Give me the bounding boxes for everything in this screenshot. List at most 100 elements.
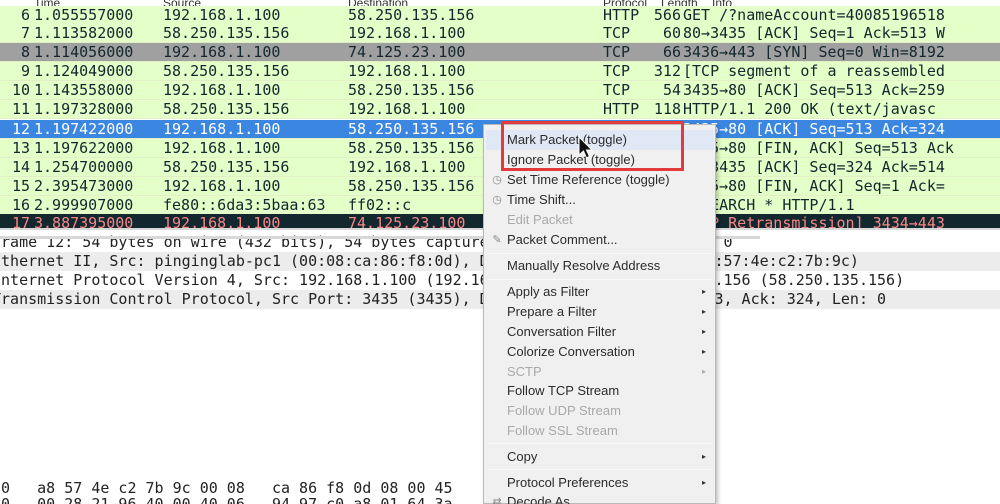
packet-no: 8: [20, 43, 30, 61]
menu-item-decode-as[interactable]: ⇄ Decode As...: [486, 492, 714, 504]
packet-destination: ff02::c: [348, 196, 412, 214]
menu-item-label: Apply as Filter: [507, 284, 590, 299]
menu-item-label: Prepare a Filter: [507, 304, 597, 319]
menu-item-copy[interactable]: Copy ▸: [486, 447, 714, 467]
menu-separator: [488, 253, 712, 254]
menu-item-label: SCTP: [507, 364, 542, 379]
menu-item-prepare-a-filter[interactable]: Prepare a Filter ▸: [486, 302, 714, 322]
clock-icon: ◷: [492, 174, 502, 186]
packet-info: 3435→80 [FIN, ACK] Seq=513 Ack: [683, 139, 954, 157]
menu-item-label: Follow UDP Stream: [507, 403, 621, 418]
submenu-arrow-icon: ▸: [701, 452, 706, 461]
packet-source: 58.250.135.156: [163, 100, 290, 118]
packet-info: 80→3435 [ACK] Seq=324 Ack=514: [683, 158, 945, 176]
menu-item-label: Protocol Preferences: [507, 475, 629, 490]
hex-row: 10 00 28 21 96 40 00 40 06 94 97 c0 a8 0…: [0, 495, 453, 504]
menu-item-label: Set Time Reference (toggle): [507, 172, 670, 187]
packet-destination: 58.250.135.156: [348, 81, 475, 99]
packet-length: 312: [653, 62, 681, 80]
menu-item-follow-udp-stream[interactable]: Follow UDP Stream: [486, 401, 714, 421]
packet-row[interactable]: 10 1.143558000 192.168.1.100 58.250.135.…: [0, 81, 1000, 100]
submenu-arrow-icon: ▸: [701, 287, 706, 296]
clock-icon: ◷: [492, 194, 502, 206]
packet-row[interactable]: 8 1.114056000 192.168.1.100 74.125.23.10…: [0, 43, 1000, 62]
packet-no: 12: [11, 120, 30, 138]
packet-source: 58.250.135.156: [163, 62, 290, 80]
packet-info: [TCP Retransmission] 3434→443: [683, 214, 945, 228]
packet-destination: 74.125.23.100: [348, 43, 466, 61]
submenu-arrow-icon: ▸: [701, 367, 706, 376]
packet-length: 54: [662, 81, 681, 99]
packet-info: 3435→80 [ACK] Seq=513 Ack=259: [683, 81, 945, 99]
packet-destination: 192.168.1.100: [348, 62, 466, 80]
context-menu: Mark Packet (toggle) Ignore Packet (togg…: [483, 124, 716, 504]
menu-item-manually-resolve-address[interactable]: Manually Resolve Address: [486, 256, 714, 276]
menu-item-label: Time Shift...: [507, 192, 576, 207]
packet-no: 13: [11, 139, 30, 157]
menu-item-sctp[interactable]: SCTP ▸: [486, 362, 714, 382]
packet-no: 10: [11, 81, 30, 99]
menu-item-label: Copy: [507, 449, 538, 464]
packet-destination: 192.168.1.100: [348, 100, 466, 118]
packet-length: 60: [662, 24, 681, 42]
packet-info: 3425→80 [FIN, ACK] Seq=1 Ack=: [683, 177, 945, 195]
menu-item-apply-as-filter[interactable]: Apply as Filter ▸: [486, 282, 714, 302]
packet-time: 1.114056000: [34, 43, 134, 61]
packet-source: 192.168.1.100: [163, 214, 281, 228]
packet-time: 2.395473000: [34, 177, 134, 195]
menu-item-set-time-reference[interactable]: ◷ Set Time Reference (toggle): [486, 170, 714, 190]
menu-item-label: Follow SSL Stream: [507, 423, 618, 438]
submenu-arrow-icon: ▸: [701, 347, 706, 356]
menu-item-time-shift[interactable]: ◷ Time Shift...: [486, 190, 714, 210]
packet-row[interactable]: 7 1.113582000 58.250.135.156 192.168.1.1…: [0, 24, 1000, 43]
menu-item-label: Conversation Filter: [507, 324, 617, 339]
menu-item-label: Packet Comment...: [507, 232, 618, 247]
mouse-cursor-icon: [578, 136, 594, 159]
packet-no: 9: [20, 62, 30, 80]
menu-separator: [488, 443, 712, 444]
packet-length: 118: [653, 100, 681, 118]
menu-item-follow-ssl-stream[interactable]: Follow SSL Stream: [486, 421, 714, 441]
menu-item-colorize-conversation[interactable]: Colorize Conversation ▸: [486, 342, 714, 362]
packet-no: 14: [11, 158, 30, 176]
packet-no: 11: [11, 100, 30, 118]
packet-source: 192.168.1.100: [163, 43, 281, 61]
packet-time: 1.254700000: [34, 158, 134, 176]
packet-row[interactable]: 6 1.055557000 192.168.1.100 58.250.135.1…: [0, 6, 1000, 25]
packet-source: 192.168.1.100: [163, 139, 281, 157]
packet-info: HTTP/1.1 200 OK (text/javasc: [683, 100, 936, 118]
menu-item-label: Follow TCP Stream: [507, 383, 620, 398]
menu-item-follow-tcp-stream[interactable]: Follow TCP Stream: [486, 381, 714, 401]
packet-info: GET /?nameAccount=40085196518: [683, 6, 945, 24]
menu-item-label: Manually Resolve Address: [507, 258, 661, 273]
menu-item-packet-comment[interactable]: ✎ Packet Comment...: [486, 230, 714, 250]
comment-icon: ✎: [492, 234, 502, 246]
packet-time: 2.999907000: [34, 196, 134, 214]
packet-destination: 192.168.1.100: [348, 158, 466, 176]
packet-info: 80→3435 [ACK] Seq=1 Ack=513 W: [683, 24, 945, 42]
packet-row[interactable]: 9 1.124049000 58.250.135.156 192.168.1.1…: [0, 62, 1000, 81]
packet-time: 1.197328000: [34, 100, 134, 118]
decode-icon: ⇄: [492, 496, 502, 504]
packet-no: 7: [20, 24, 30, 42]
packet-time: 1.197422000: [34, 120, 134, 138]
menu-item-conversation-filter[interactable]: Conversation Filter ▸: [486, 322, 714, 342]
packet-destination: 74.125.23.100: [348, 214, 466, 228]
menu-item-protocol-preferences[interactable]: Protocol Preferences ▸: [486, 473, 714, 493]
submenu-arrow-icon: ▸: [701, 327, 706, 336]
packet-no: 6: [20, 6, 30, 24]
packet-row[interactable]: 11 1.197328000 58.250.135.156 192.168.1.…: [0, 100, 1000, 119]
packet-time: 1.143558000: [34, 81, 134, 99]
packet-no: 16: [11, 196, 30, 214]
packet-time: 1.113582000: [34, 24, 134, 42]
packet-source: 192.168.1.100: [163, 120, 281, 138]
hex-row: 00 a8 57 4e c2 7b 9c 00 08 ca 86 f8 0d 0…: [0, 479, 453, 497]
packet-time: 1.197622000: [34, 139, 134, 157]
submenu-arrow-icon: ▸: [701, 307, 706, 316]
packet-source: 192.168.1.100: [163, 6, 281, 24]
packet-no: 15: [11, 177, 30, 195]
packet-info: 3436→443 [SYN] Seq=0 Win=8192: [683, 43, 945, 61]
menu-item-label: Decode As...: [507, 494, 581, 504]
menu-item-edit-packet[interactable]: Edit Packet: [486, 210, 714, 230]
submenu-arrow-icon: ▸: [701, 478, 706, 487]
